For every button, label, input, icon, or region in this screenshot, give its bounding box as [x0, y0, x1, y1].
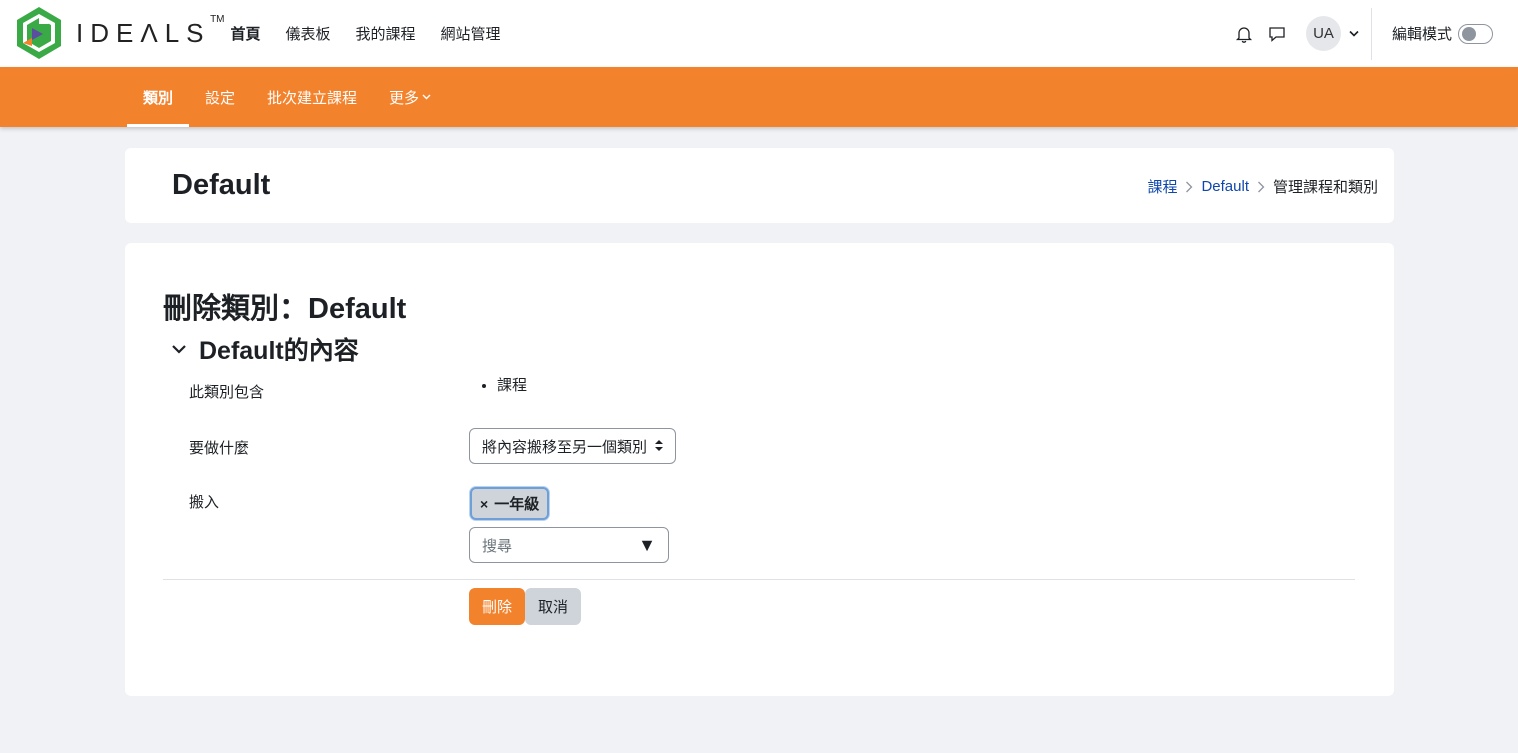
- breadcrumb-current: 管理課程和類別: [1272, 179, 1378, 196]
- secondary-nav: 類別 設定 批次建立課程 更多: [0, 67, 1518, 127]
- action-select[interactable]: 將內容搬移至另一個類別: [469, 428, 676, 464]
- edit-mode-label: 編輯模式: [1391, 26, 1452, 43]
- delete-category-form: 刪除類別：Default Default的內容 此類別包含 課程 要做什麼 將內…: [125, 243, 1394, 696]
- primary-nav: 首頁 儀表板 我的課程 網站管理: [218, 0, 513, 67]
- nav-site-admin[interactable]: 網站管理: [428, 23, 513, 44]
- tab-more[interactable]: 更多: [373, 67, 447, 127]
- selected-category-tag[interactable]: × 一年級: [470, 487, 550, 520]
- tab-more-label: 更多: [389, 89, 420, 107]
- page-title: Default: [172, 169, 271, 201]
- section-toggle[interactable]: Default的內容: [171, 331, 359, 367]
- section-title: Default的內容: [199, 337, 359, 365]
- breadcrumb-default[interactable]: Default: [1201, 178, 1249, 195]
- cancel-button[interactable]: 取消: [525, 588, 581, 625]
- site-logo[interactable]: IDEΛLS TM: [16, 6, 225, 60]
- nav-my-courses[interactable]: 我的課程: [343, 23, 428, 44]
- chevron-down-icon: [422, 94, 431, 100]
- sort-arrows-icon: [655, 438, 663, 455]
- nav-home[interactable]: 首頁: [218, 23, 273, 44]
- form-heading: 刪除類別：Default: [163, 293, 407, 325]
- action-select-value: 將內容搬移至另一個類別: [482, 438, 648, 456]
- chevron-right-icon: [1185, 181, 1193, 193]
- chevron-down-icon: [1347, 30, 1361, 37]
- avatar: UA: [1305, 16, 1341, 51]
- user-controls: UA 編輯模式: [1228, 0, 1518, 67]
- remove-tag-icon[interactable]: ×: [480, 496, 488, 512]
- edit-mode-control: 編輯模式: [1392, 23, 1493, 44]
- logo-text: IDEΛLS TM: [76, 13, 225, 48]
- tab-settings[interactable]: 設定: [189, 67, 251, 127]
- move-to-label: 搬入: [189, 494, 220, 511]
- contains-label: 此類別包含: [189, 384, 265, 401]
- navbar-divider: [1370, 7, 1372, 60]
- dropdown-triangle-icon[interactable]: ▼: [638, 535, 656, 556]
- top-navbar: IDEΛLS TM 首頁 儀表板 我的課程 網站管理 UA 編輯模式: [0, 0, 1518, 67]
- chat-icon: [1269, 26, 1286, 42]
- chevron-down-icon: [171, 344, 187, 354]
- search-placeholder: 搜尋: [482, 537, 513, 555]
- breadcrumb-courses[interactable]: 課程: [1147, 176, 1177, 197]
- list-item: 課程: [497, 374, 527, 395]
- page-header: Default 課程 Default 管理課程和類別: [125, 148, 1394, 223]
- user-menu-toggle[interactable]: UA: [1305, 16, 1361, 51]
- category-search-input[interactable]: 搜尋 ▼: [469, 527, 669, 563]
- edit-mode-toggle[interactable]: [1458, 23, 1493, 44]
- contains-list: 課程: [497, 374, 527, 395]
- breadcrumb: 課程 Default 管理課程和類別: [1147, 176, 1378, 197]
- tab-bulk-create-courses[interactable]: 批次建立課程: [251, 67, 373, 127]
- nav-dashboard[interactable]: 儀表板: [273, 23, 343, 44]
- bell-icon: [1236, 26, 1253, 43]
- messages-button[interactable]: [1261, 14, 1294, 54]
- logo-mark-icon: [17, 7, 61, 59]
- tab-categories[interactable]: 類別: [127, 67, 190, 127]
- selected-category-label: 一年級: [494, 496, 540, 513]
- chevron-right-icon: [1257, 181, 1265, 193]
- notifications-button[interactable]: [1228, 14, 1261, 54]
- delete-button[interactable]: 刪除: [469, 588, 525, 625]
- form-divider: [163, 579, 1355, 580]
- action-label: 要做什麼: [189, 440, 250, 457]
